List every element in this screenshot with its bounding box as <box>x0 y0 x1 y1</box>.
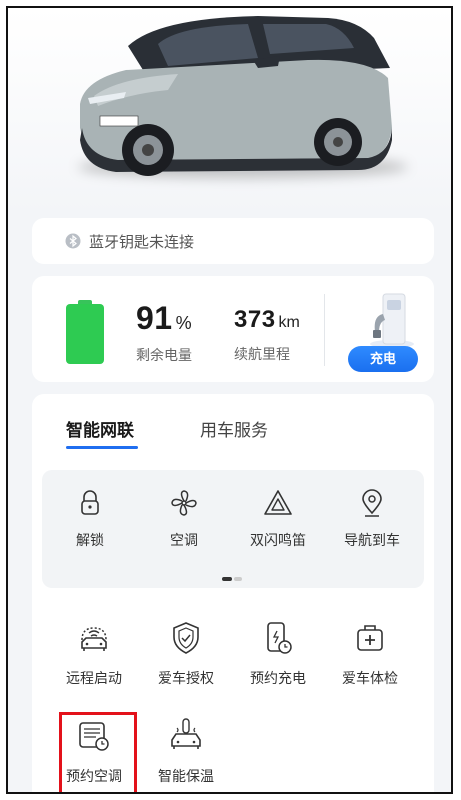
service-scheduled-charging-label: 预约充电 <box>250 670 306 686</box>
quick-unlock[interactable]: 解锁 <box>50 488 130 550</box>
service-remote-start-label: 远程启动 <box>66 670 122 686</box>
quick-ac[interactable]: 空调 <box>144 488 224 550</box>
bluetooth-status-text: 蓝牙钥匙未连接 <box>89 233 195 251</box>
page-indicator <box>222 568 242 586</box>
fan-icon <box>171 490 197 516</box>
quick-controls-panel: 解锁 空调 双闪鸣笛 导航到车 <box>42 470 424 588</box>
bluetooth-key-card[interactable]: 蓝牙钥匙未连接 <box>32 218 434 264</box>
quick-hazard-horn-label: 双闪鸣笛 <box>250 532 306 548</box>
battery-card: 91% 剩余电量 373 km 续航里程 充电 <box>32 276 434 382</box>
tab-car-service[interactable]: 用车服务 <box>200 416 268 441</box>
car-checkup-icon <box>357 625 383 651</box>
service-car-checkup-label: 爱车体检 <box>342 670 398 686</box>
hazard-triangle-icon <box>264 490 292 515</box>
quick-navigate-to-car-label: 导航到车 <box>344 532 400 548</box>
service-smart-insulation[interactable]: 智能保温 <box>146 718 226 786</box>
smart-insulation-icon <box>171 718 201 749</box>
battery-level-label: 剩余电量 <box>136 347 192 363</box>
scheduled-charging-icon <box>267 622 292 654</box>
unlock-icon <box>81 490 99 515</box>
shield-check-icon <box>173 622 199 654</box>
range-value: 373 <box>234 306 276 333</box>
service-scheduled-charging[interactable]: 预约充电 <box>238 620 318 688</box>
location-pin-icon <box>362 489 382 517</box>
tab-smart-connect[interactable]: 智能网联 <box>66 416 134 441</box>
quick-ac-label: 空调 <box>170 532 198 548</box>
range-stat: 373 km 续航里程 <box>234 300 300 364</box>
app-screen: 蓝牙钥匙未连接 91% 剩余电量 373 km 续航里程 充电 智能网联 用车服务 <box>6 6 453 794</box>
remote-start-icon <box>81 627 107 651</box>
battery-level-value: 91 <box>136 300 173 336</box>
quick-navigate-to-car[interactable]: 导航到车 <box>332 488 412 550</box>
highlight-box <box>59 712 137 792</box>
divider <box>324 294 325 366</box>
car-image <box>80 16 392 176</box>
quick-unlock-label: 解锁 <box>76 532 104 548</box>
charge-button[interactable]: 充电 <box>348 346 418 372</box>
service-smart-insulation-label: 智能保温 <box>158 768 214 784</box>
battery-level-unit: % <box>175 313 192 333</box>
service-car-authorization-label: 爱车授权 <box>158 670 214 686</box>
bluetooth-icon <box>65 233 81 249</box>
charger-icon <box>370 293 414 348</box>
service-car-authorization[interactable]: 爱车授权 <box>146 620 226 688</box>
battery-percentage: 91% 剩余电量 <box>136 300 192 365</box>
service-remote-start[interactable]: 远程启动 <box>54 620 134 688</box>
active-tab-indicator <box>66 446 138 449</box>
service-car-checkup[interactable]: 爱车体检 <box>330 620 410 688</box>
car-hero <box>8 8 451 213</box>
tab-bar: 智能网联 用车服务 <box>32 394 434 452</box>
battery-level-icon <box>66 300 104 364</box>
quick-hazard-horn[interactable]: 双闪鸣笛 <box>238 488 318 550</box>
range-label: 续航里程 <box>234 346 290 362</box>
range-unit: km <box>278 314 300 331</box>
